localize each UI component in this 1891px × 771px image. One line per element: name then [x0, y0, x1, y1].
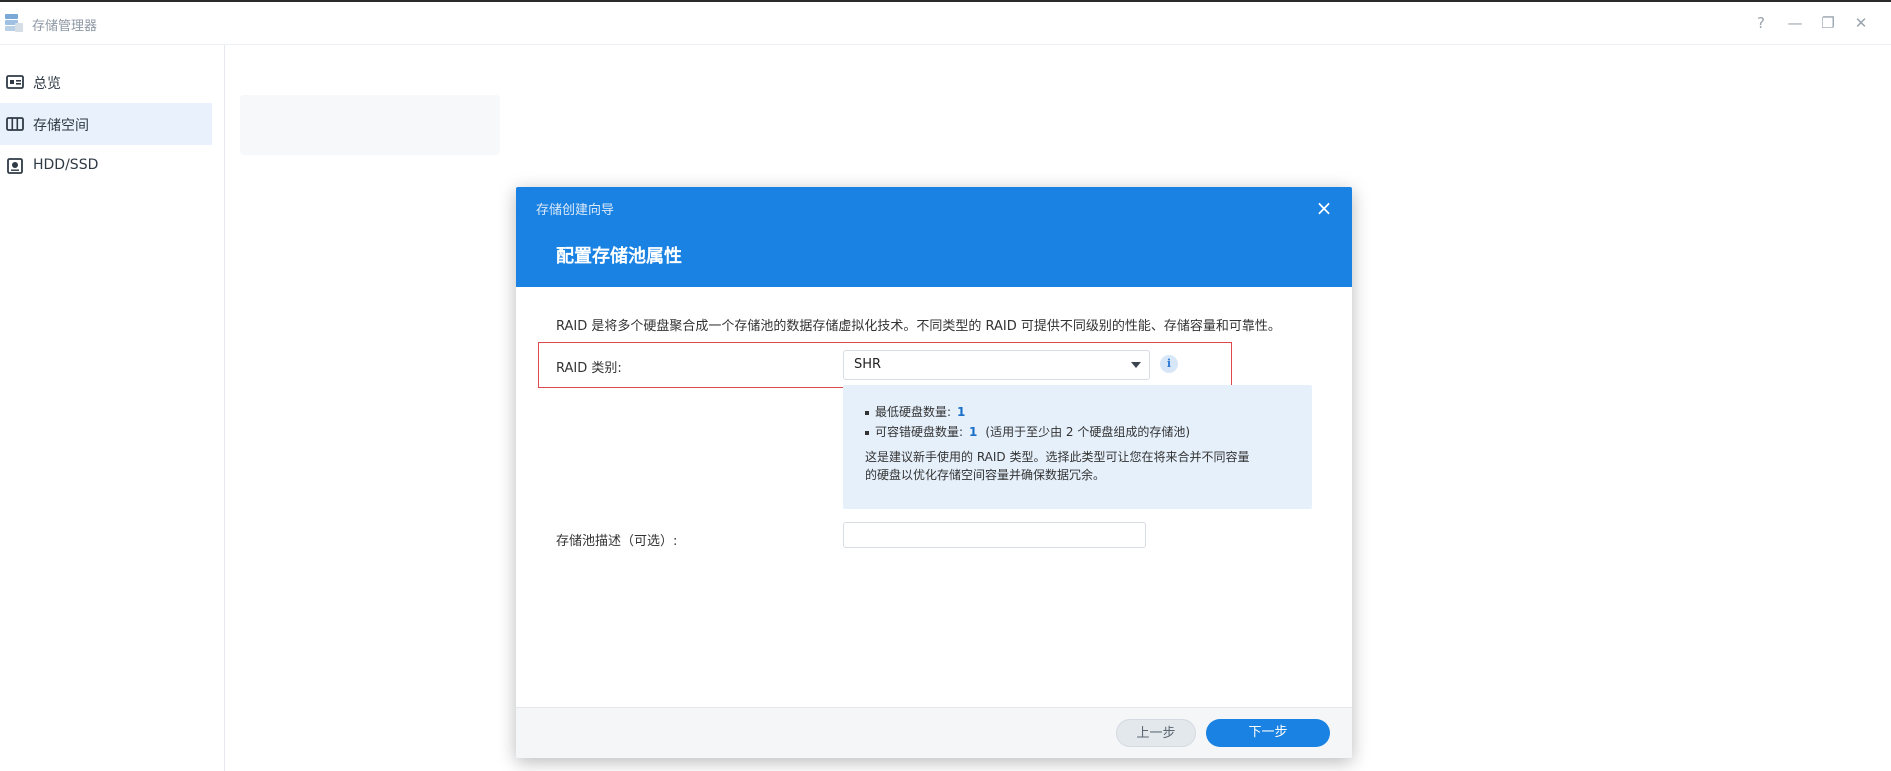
overview-icon [6, 75, 24, 89]
close-window-icon[interactable]: ✕ [1852, 14, 1870, 32]
previous-button[interactable]: 上一步 [1116, 719, 1196, 747]
dialog-footer: 上一步 下一步 [516, 707, 1352, 758]
restore-icon[interactable]: ❐ [1819, 14, 1837, 32]
min-disks-value: 1 [957, 405, 966, 419]
bullet-icon [865, 410, 869, 415]
chevron-down-icon [1131, 362, 1141, 368]
sidebar-item-overview[interactable]: 总览 [0, 61, 212, 103]
raid-info-box: 最低硬盘数量: 1 可容错硬盘数量: 1 (适用于至少由 2 个硬盘组成的存储池) 这… [843, 385, 1312, 509]
raid-type-select[interactable]: SHR [843, 350, 1150, 380]
min-disks-label: 最低硬盘数量: [875, 405, 952, 419]
sidebar-item-hdd-ssd[interactable]: HDD/SSD [0, 145, 212, 187]
fault-tolerance-label: 可容错硬盘数量: [875, 425, 964, 439]
next-button[interactable]: 下一步 [1206, 719, 1330, 747]
info-icon[interactable]: i [1160, 355, 1178, 373]
list-item: 可容错硬盘数量: 1 (适用于至少由 2 个硬盘组成的存储池) [865, 423, 1190, 440]
fault-tolerance-note: (适用于至少由 2 个硬盘组成的存储池) [985, 425, 1191, 439]
app-title: 存储管理器 [32, 19, 98, 34]
close-icon[interactable]: × [1314, 196, 1334, 220]
raid-type-label: RAID 类别: [556, 361, 622, 376]
sidebar-item-label: 总览 [33, 76, 61, 92]
sidebar-item-label: HDD/SSD [33, 157, 99, 173]
recommendation-line-1: 这是建议新手使用的 RAID 类型。选择此类型可让您在将来合并不同容量 [865, 450, 1250, 464]
sidebar-item-label: 存储空间 [33, 118, 89, 134]
window-titlebar: 存储管理器 ? — ❐ ✕ [0, 2, 1891, 45]
storage-space-icon [6, 117, 24, 131]
bullet-icon [865, 430, 869, 435]
list-item: 最低硬盘数量: 1 [865, 403, 965, 420]
pool-description-input[interactable] [843, 522, 1146, 548]
sidebar-item-storage-space[interactable]: 存储空间 [0, 103, 212, 145]
dialog-header: 存储创建向导 × 配置存储池属性 [516, 187, 1352, 287]
recommendation-line-2: 的硬盘以优化存储空间容量并确保数据冗余。 [865, 468, 1106, 482]
disk-icon [7, 158, 23, 174]
background-content [240, 95, 500, 155]
raid-type-value: SHR [854, 357, 882, 372]
storage-manager-icon [5, 14, 23, 32]
pool-description-label: 存储池描述（可选）: [556, 534, 678, 549]
minimize-icon[interactable]: — [1786, 14, 1804, 32]
page-title: 配置存储池属性 [556, 246, 682, 267]
help-icon[interactable]: ? [1752, 14, 1770, 32]
raid-description: RAID 是将多个硬盘聚合成一个存储池的数据存储虚拟化技术。不同类型的 RAID… [556, 319, 1281, 334]
wizard-title: 存储创建向导 [536, 203, 615, 218]
fault-tolerance-value: 1 [969, 425, 978, 439]
storage-wizard-dialog: 存储创建向导 × 配置存储池属性 RAID 是将多个硬盘聚合成一个存储池的数据存… [516, 187, 1352, 758]
